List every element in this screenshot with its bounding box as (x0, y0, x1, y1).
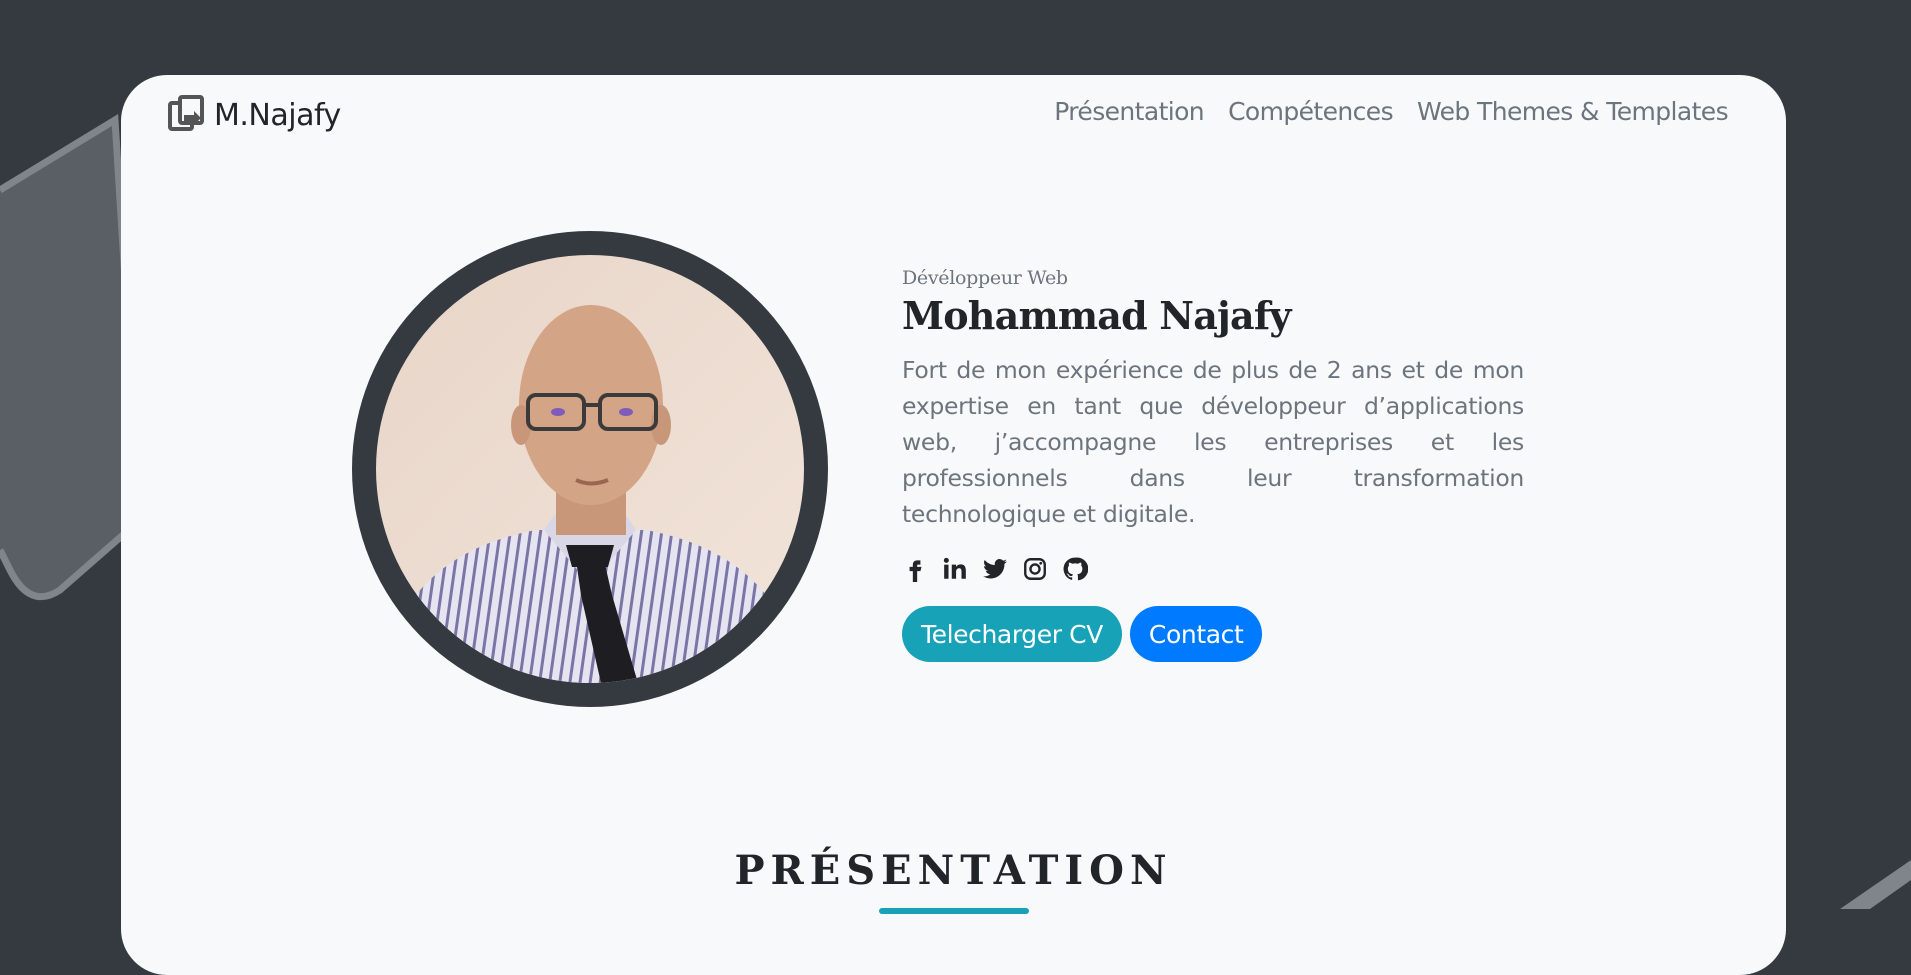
person-name: Mohammad Najafy (902, 293, 1291, 338)
contact-button[interactable]: Contact (1129, 606, 1263, 662)
top-nav: Présentation Compétences Web Themes & Te… (1054, 97, 1728, 126)
twitter-icon[interactable] (982, 556, 1008, 582)
bio-text: Fort de mon expérience de plus de 2 ans … (902, 356, 1524, 528)
download-cv-button[interactable]: Telecharger CV (902, 606, 1122, 662)
facebook-icon[interactable] (902, 556, 928, 582)
brand[interactable]: M.Najafy (168, 93, 341, 137)
instagram-icon[interactable] (1022, 556, 1048, 582)
nav-link-web-themes[interactable]: Web Themes & Templates (1417, 97, 1729, 126)
hero-info: Dévéloppeur Web Mohammad Najafy Fort de … (902, 267, 1524, 662)
avatar (376, 255, 804, 683)
hero-actions: Telecharger CV Contact (902, 606, 1524, 662)
main-card: M.Najafy Présentation Compétences Web Th… (121, 75, 1786, 975)
social-links (902, 554, 1524, 584)
github-icon[interactable] (1062, 556, 1088, 582)
job-title: Dévéloppeur Web (902, 267, 1068, 289)
brand-name: M.Najafy (214, 97, 341, 133)
share-box-icon (168, 95, 204, 131)
section-title: PRÉSENTATION (734, 847, 1173, 894)
nav-link-competences[interactable]: Compétences (1228, 97, 1394, 126)
linkedin-icon[interactable] (942, 556, 968, 582)
nav-link-presentation[interactable]: Présentation (1054, 97, 1204, 126)
avatar-frame (352, 231, 828, 707)
